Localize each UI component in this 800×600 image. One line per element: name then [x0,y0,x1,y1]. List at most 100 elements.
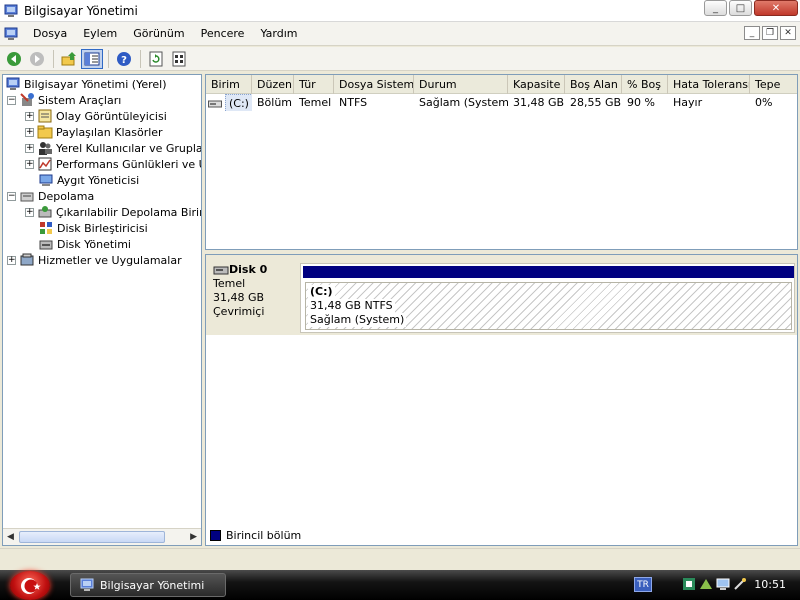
start-button[interactable] [10,571,50,600]
up-folder-icon [61,51,76,65]
disk-name-row: Disk 0 [208,263,298,277]
primary-partition-bar [303,266,794,278]
status-bar [0,548,800,568]
refresh-button[interactable] [145,49,167,69]
console-menu-icon[interactable] [3,26,19,42]
collapse-icon[interactable]: − [7,95,16,105]
tree-item-disk-management[interactable]: Disk Yönetimi [38,236,131,252]
column-header[interactable]: Durum [414,75,508,94]
column-header[interactable]: Boş Alan [565,75,622,94]
partition-area: (C:) 31,48 GB NTFS Sağlam (System) [300,263,795,333]
tree-item-local-users[interactable]: + Yerel Kullanıcılar ve Gruplar [25,140,201,156]
column-header[interactable]: Birim [206,75,252,94]
services-icon [20,253,34,266]
toolbar-separator [140,49,141,68]
taskbar: Bilgisayar Yönetimi TR 10:51 [0,570,800,600]
tree-item-label: Hizmetler ve Uygulamalar [38,253,182,267]
partition-size-fs: 31,48 GB NTFS [308,299,395,313]
filesystem-cell: NTFS [339,96,368,109]
mdi-restore-button[interactable]: ❐ [762,26,778,40]
tree-item-label: Bilgisayar Yönetimi (Yerel) [24,77,167,91]
menu-eylem[interactable]: Eylem [75,22,125,46]
network-tray-icon[interactable] [699,577,713,591]
clock[interactable]: 10:51 [754,578,786,591]
tree-item-performance-logs[interactable]: + Performans Günlükleri ve Uy [25,156,201,172]
scroll-right-icon[interactable]: ▶ [190,532,197,542]
tree-item-disk-defragmenter[interactable]: Disk Birleştiricisi [38,220,148,236]
expand-icon[interactable]: + [25,111,34,121]
tree-item-services-applications[interactable]: + Hizmetler ve Uygulamalar [7,252,182,268]
expand-icon[interactable]: + [25,127,34,137]
console-tree: Bilgisayar Yönetimi (Yerel) − Sistem Ara… [2,74,202,546]
computer-management-icon [6,77,20,90]
tree-item-storage[interactable]: − Depolama [7,188,94,204]
column-header[interactable]: Hata Toleransı [668,75,750,94]
security-tray-icon[interactable] [682,577,696,591]
menu-bar: Dosya Eylem Görünüm Pencere Yardım _ ❐ ✕ [0,22,800,46]
column-header[interactable]: Kapasite [508,75,565,94]
menu-dosya[interactable]: Dosya [25,22,75,46]
column-header[interactable]: Tepe [750,75,797,94]
drive-icon [208,100,222,107]
show-hide-tree-icon [84,52,100,65]
expand-icon[interactable]: + [7,255,16,265]
disk-row: Disk 0 Temel 31,48 GB Çevrimiçi (C:) 31,… [206,255,797,335]
menu-gorunum[interactable]: Görünüm [125,22,192,46]
system-tools-icon [20,93,34,106]
wand-tray-icon[interactable] [733,577,747,591]
svg-text:?: ? [121,55,127,66]
column-header[interactable]: Dosya Sistemi [334,75,414,94]
start-logo-icon [21,577,41,594]
collapse-icon[interactable]: − [7,191,16,201]
disk-info[interactable]: Disk 0 Temel 31,48 GB Çevrimiçi [208,263,298,333]
expand-icon[interactable]: + [25,207,34,217]
mdi-minimize-button[interactable]: _ [744,26,760,40]
menu-yardim[interactable]: Yardım [252,22,305,46]
volume-cell[interactable]: (C:) [206,94,252,111]
column-header[interactable]: % Boş [622,75,668,94]
tree-item-label: Disk Birleştiricisi [57,221,148,235]
tree-item-label: Paylaşılan Klasörler [56,125,163,139]
legend: Birincil bölüm [210,529,301,542]
tree-item-removable-storage[interactable]: + Çıkarılabilir Depolama Birimi [25,204,201,220]
mdi-close-button[interactable]: ✕ [780,26,796,40]
scroll-left-icon[interactable]: ◀ [7,532,14,542]
back-button[interactable] [3,49,25,69]
help-button[interactable]: ? [113,49,135,69]
tree-item-event-viewer[interactable]: + Olay Görüntüleyicisi [25,108,167,124]
tree-item-device-manager[interactable]: Aygıt Yöneticisi [38,172,139,188]
forward-button[interactable] [26,49,48,69]
menu-pencere[interactable]: Pencere [193,22,253,46]
taskbar-item-label: Bilgisayar Yönetimi [100,578,205,592]
properties-button[interactable] [168,49,190,69]
expand-icon[interactable]: + [25,143,34,153]
maximize-button[interactable]: □ [729,0,752,16]
device-manager-icon [39,174,53,186]
tree-item-computer-management[interactable]: Bilgisayar Yönetimi (Yerel) [5,76,167,92]
forward-icon [30,51,44,66]
title-bar: Bilgisayar Yönetimi _ □ ✕ [0,0,800,22]
language-indicator[interactable]: TR [634,577,652,592]
performance-logs-icon [38,157,52,171]
toolbar-separator [108,49,109,68]
show-hide-tree-button[interactable] [81,48,103,69]
tree-item-system-tools[interactable]: − Sistem Araçları [7,92,121,108]
minimize-button[interactable]: _ [704,0,727,16]
tree-horizontal-scrollbar[interactable]: ◀ ▶ [3,528,201,545]
expand-icon[interactable]: + [25,159,34,169]
partition-c[interactable]: (C:) 31,48 GB NTFS Sağlam (System) [305,282,792,330]
column-header[interactable]: Tür [294,75,334,94]
taskbar-item-computer-management[interactable]: Bilgisayar Yönetimi [70,573,226,597]
tree-item-label: Sistem Araçları [38,93,122,107]
scroll-thumb[interactable] [19,531,165,543]
partition-status: Sağlam (System) [308,313,407,327]
tree-item-shared-folders[interactable]: + Paylaşılan Klasörler [25,124,163,140]
display-tray-icon[interactable] [716,577,730,591]
tree-item-label: Aygıt Yöneticisi [57,173,140,187]
disk-size: 31,48 GB [213,291,265,304]
table-row[interactable]: (C:) Bölüm Temel NTFS Sağlam (System) 31… [206,94,797,111]
disk-status: Çevrimiçi [213,305,265,318]
close-button[interactable]: ✕ [754,0,798,16]
column-header[interactable]: Düzen [252,75,294,94]
up-level-button[interactable] [58,49,80,69]
